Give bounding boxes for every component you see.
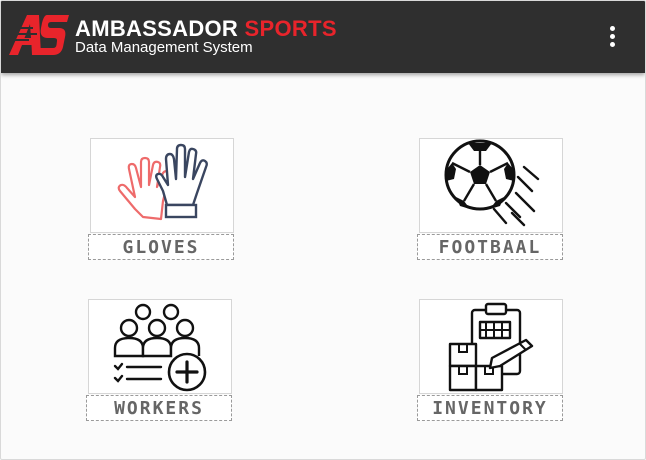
tile-workers[interactable]: WORKERS: [86, 299, 234, 423]
tile-workers-image: [88, 299, 232, 394]
ambassador-sports-logo: [7, 15, 69, 55]
top-app-bar: AMBASSADOR SPORTS Data Management System: [1, 1, 645, 73]
more-vertical-icon-dot: [610, 42, 615, 47]
more-options-button[interactable]: [601, 21, 625, 51]
soccer-ball-icon: [444, 139, 540, 227]
tile-gloves-image: [90, 138, 234, 233]
app-window: AMBASSADOR SPORTS Data Management System…: [0, 0, 646, 460]
brand-title-primary: AMBASSADOR: [75, 16, 239, 41]
tile-inventory-image: [419, 299, 563, 394]
tile-football-label: FOOTBAAL: [417, 234, 563, 260]
brand-subtitle: Data Management System: [75, 39, 253, 56]
tile-workers-label: WORKERS: [86, 395, 232, 421]
tile-inventory-label: INVENTORY: [417, 395, 563, 421]
tile-football[interactable]: FOOTBAAL: [417, 138, 565, 262]
brand-title-accent: SPORTS: [244, 16, 337, 41]
inventory-clipboard-icon: [448, 302, 534, 392]
tile-gloves-label: GLOVES: [88, 234, 234, 260]
tile-inventory[interactable]: INVENTORY: [417, 299, 565, 423]
more-vertical-icon-dot: [610, 34, 615, 39]
gloves-icon: [117, 143, 208, 221]
workers-add-icon: [113, 303, 207, 392]
brand-title: AMBASSADOR SPORTS: [75, 17, 337, 41]
tile-gloves[interactable]: GLOVES: [88, 138, 236, 262]
more-vertical-icon: [610, 26, 615, 31]
tile-football-image: [419, 138, 563, 233]
